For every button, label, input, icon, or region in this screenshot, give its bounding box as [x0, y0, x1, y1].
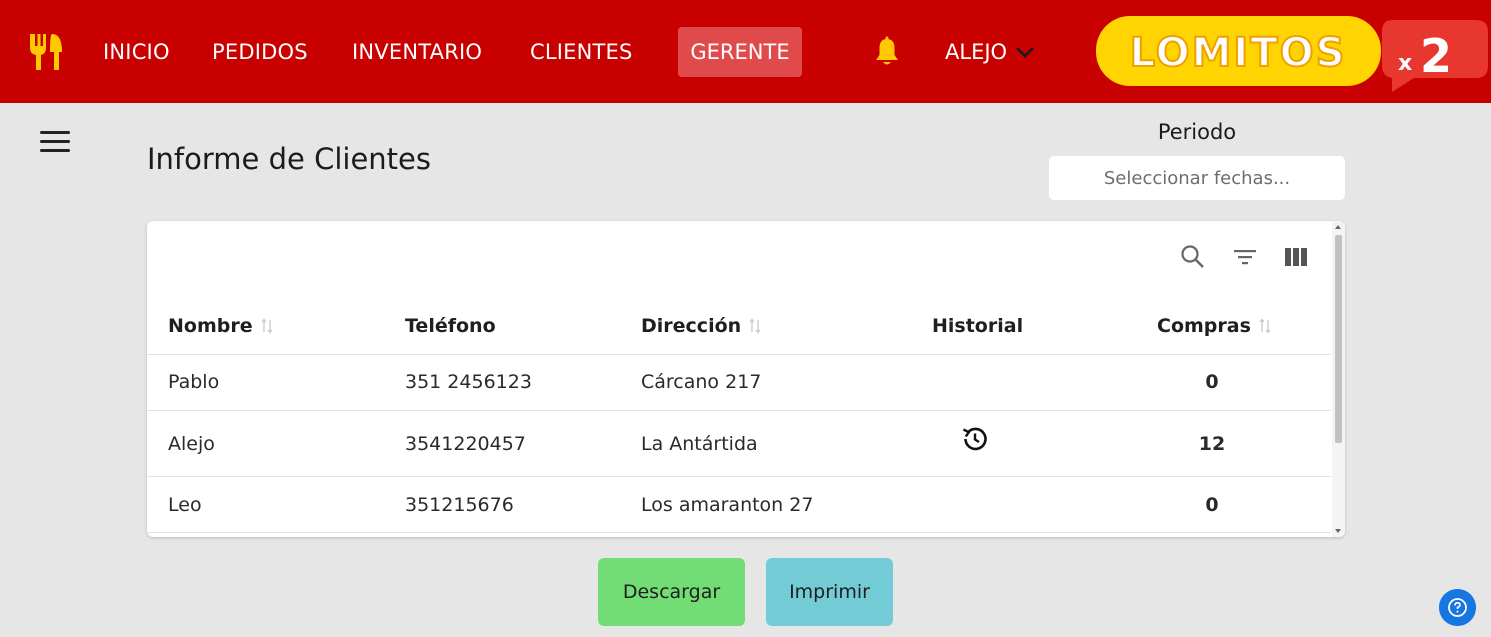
- columns-icon[interactable]: [1282, 243, 1310, 271]
- table-scrollbar[interactable]: [1332, 221, 1345, 537]
- download-button[interactable]: Descargar: [598, 558, 745, 626]
- cell-direccion: Cárcano 217: [641, 371, 762, 393]
- cell-direccion: Los amaranton 27: [641, 494, 814, 516]
- user-name: ALEJO: [945, 40, 1008, 64]
- search-icon[interactable]: [1179, 243, 1207, 271]
- sort-icon[interactable]: [261, 318, 273, 334]
- history-icon[interactable]: [960, 424, 990, 454]
- row-divider: [147, 354, 1331, 355]
- user-menu[interactable]: ALEJO: [945, 37, 1035, 67]
- svg-text:LOMITOS: LOMITOS: [1130, 30, 1347, 76]
- top-navbar: INICIO PEDIDOS INVENTARIO CLIENTES GEREN…: [0, 0, 1491, 103]
- page-title: Informe de Clientes: [147, 142, 431, 176]
- filter-icon[interactable]: [1231, 243, 1259, 271]
- nav-gerente[interactable]: GERENTE: [678, 27, 802, 77]
- row-divider: [147, 410, 1331, 411]
- chevron-down-icon: [1016, 47, 1034, 58]
- column-header-direccion[interactable]: Dirección: [641, 313, 761, 339]
- nav-inicio[interactable]: INICIO: [103, 38, 170, 66]
- column-header-compras[interactable]: Compras: [1157, 313, 1271, 339]
- column-header-historial: Historial: [932, 313, 1023, 339]
- cell-nombre: Leo: [168, 494, 202, 516]
- date-range-input[interactable]: [1049, 156, 1345, 200]
- nav-gerente-label: GERENTE: [690, 40, 790, 64]
- column-header-nombre[interactable]: Nombre: [168, 313, 273, 339]
- cell-direccion: La Antártida: [641, 433, 758, 455]
- print-button[interactable]: Imprimir: [766, 558, 893, 626]
- column-label: Compras: [1157, 315, 1251, 337]
- restaurant-logo-icon[interactable]: [28, 32, 64, 72]
- row-divider: [147, 476, 1331, 477]
- cell-nombre: Alejo: [168, 433, 215, 455]
- cell-telefono: 351215676: [405, 494, 514, 516]
- svg-text:2: 2: [1420, 29, 1452, 83]
- nav-clientes[interactable]: CLIENTES: [530, 38, 633, 66]
- cell-compras: 0: [1205, 494, 1219, 516]
- scroll-down-icon[interactable]: [1335, 529, 1341, 533]
- menu-toggle-icon[interactable]: [40, 131, 70, 153]
- column-label: Historial: [932, 315, 1024, 337]
- bell-icon[interactable]: [872, 36, 902, 68]
- cell-compras: 12: [1198, 433, 1226, 455]
- sort-icon[interactable]: [1259, 318, 1271, 334]
- column-header-telefono: Teléfono: [405, 313, 496, 339]
- cell-nombre: Pablo: [168, 371, 220, 393]
- nav-inventario[interactable]: INVENTARIO: [352, 38, 482, 66]
- sort-icon[interactable]: [749, 318, 761, 334]
- brand-logo: LOMITOS x 2: [1096, 16, 1488, 92]
- scroll-up-icon[interactable]: [1335, 225, 1341, 229]
- row-divider: [147, 532, 1331, 533]
- scrollbar-thumb[interactable]: [1335, 235, 1342, 443]
- cell-compras: 0: [1205, 371, 1219, 393]
- period-label: Periodo: [1157, 120, 1237, 144]
- column-label: Nombre: [168, 315, 253, 337]
- clients-table: Nombre Teléfono Dirección Historial Comp…: [147, 221, 1345, 537]
- cell-telefono: 351 2456123: [405, 371, 532, 393]
- svg-text:x: x: [1398, 51, 1412, 76]
- column-label: Teléfono: [405, 315, 496, 337]
- column-label: Dirección: [641, 315, 742, 337]
- help-icon[interactable]: [1439, 589, 1476, 626]
- nav-pedidos[interactable]: PEDIDOS: [212, 38, 308, 66]
- cell-telefono: 3541220457: [405, 433, 526, 455]
